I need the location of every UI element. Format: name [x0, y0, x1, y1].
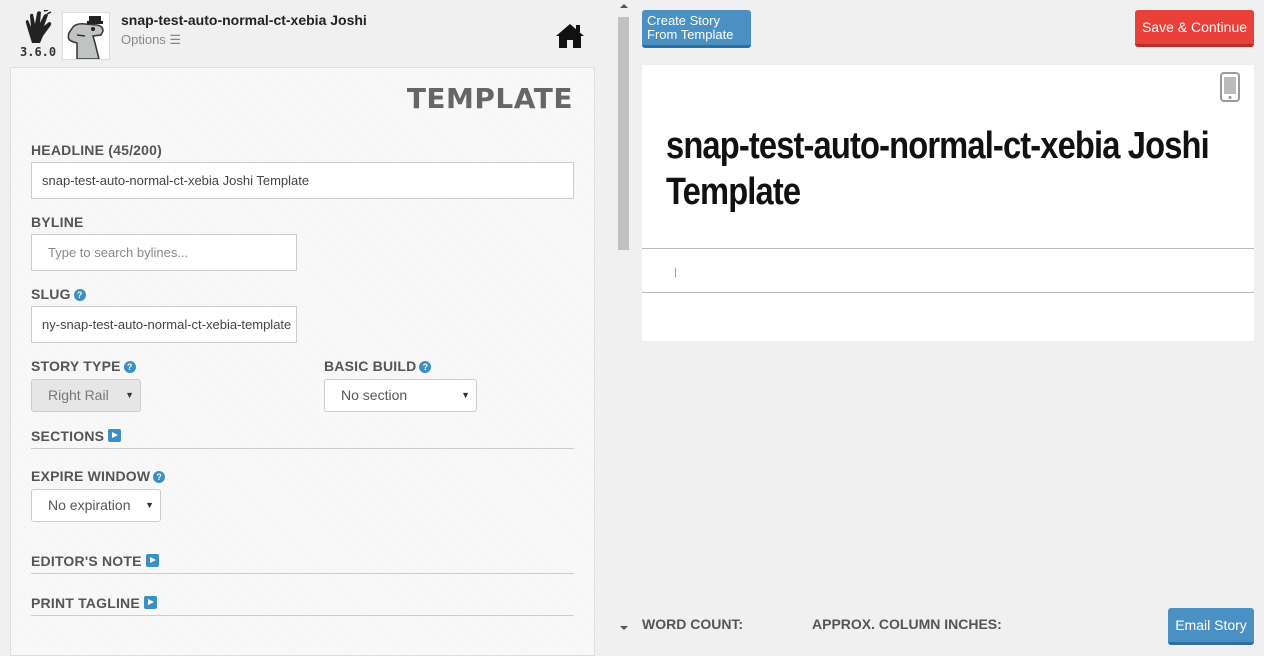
dinosaur-avatar-icon	[63, 13, 109, 59]
form-scrollbar[interactable]	[617, 0, 631, 656]
help-icon[interactable]: ?	[123, 361, 136, 373]
help-icon[interactable]: ?	[73, 289, 86, 301]
basic-build-label: BASIC BUILD?	[324, 358, 432, 374]
expire-window-value: No expiration	[48, 497, 131, 513]
save-continue-button[interactable]: Save & Continue	[1135, 10, 1254, 47]
story-type-value: Right Rail	[48, 387, 109, 403]
headline-input[interactable]: snap-test-auto-normal-ct-xebia Joshi Tem…	[31, 162, 574, 199]
button-label-line2: From Template	[647, 27, 734, 42]
panel-title: TEMPLATE	[406, 82, 573, 115]
story-type-label: STORY TYPE?	[31, 358, 136, 374]
scroll-down-arrow-icon[interactable]	[620, 626, 628, 630]
chevron-down-icon: ▼	[145, 500, 154, 510]
editors-note-toggle[interactable]: EDITOR'S NOTE	[31, 553, 159, 569]
help-icon[interactable]: ?	[153, 471, 166, 483]
basic-build-select[interactable]: No section ▼	[324, 379, 477, 412]
text-cursor[interactable]	[675, 268, 676, 277]
expand-icon	[143, 596, 157, 609]
home-icon[interactable]	[555, 22, 585, 50]
expire-window-label: EXPIRE WINDOW?	[31, 468, 166, 484]
print-tagline-toggle[interactable]: PRINT TAGLINE	[31, 595, 157, 611]
headline-label: HEADLINE (45/200)	[31, 142, 162, 158]
divider	[642, 248, 1254, 249]
scroll-thumb[interactable]	[618, 17, 629, 250]
options-menu[interactable]: Options ☰	[121, 32, 181, 48]
waving-hand-icon	[25, 9, 52, 43]
preview-headline: snap-test-auto-normal-ct-xebia Joshi Tem…	[666, 125, 1210, 213]
expire-window-select[interactable]: No expiration ▼	[31, 489, 161, 522]
slug-label: SLUG?	[31, 286, 86, 302]
email-story-button[interactable]: Email Story	[1168, 608, 1254, 645]
divider	[31, 615, 574, 616]
byline-search-input[interactable]: Type to search bylines...	[31, 234, 297, 271]
story-preview: snap-test-auto-normal-ct-xebia Joshi Tem…	[642, 65, 1254, 341]
divider	[31, 448, 574, 449]
template-form-panel: TEMPLATE HEADLINE (45/200) snap-test-aut…	[10, 67, 595, 656]
button-label-line1: Create Story	[647, 13, 720, 28]
chevron-down-icon: ▼	[125, 390, 134, 400]
chevron-down-icon: ▼	[461, 390, 470, 400]
divider	[642, 292, 1254, 293]
byline-label: BYLINE	[31, 214, 84, 230]
scroll-up-arrow-icon[interactable]	[620, 4, 628, 8]
sections-toggle[interactable]: SECTIONS	[31, 428, 122, 444]
expand-icon	[108, 429, 122, 442]
avatar[interactable]	[62, 12, 110, 60]
app-version: 3.6.0	[20, 45, 57, 59]
mobile-preview-icon[interactable]	[1220, 72, 1240, 102]
app-logo[interactable]	[20, 9, 56, 49]
help-icon[interactable]: ?	[419, 361, 432, 373]
create-story-from-template-button[interactable]: Create Story From Template	[642, 10, 751, 48]
word-count-label: WORD COUNT:	[642, 616, 744, 632]
story-title: snap-test-auto-normal-ct-xebia Joshi	[121, 12, 367, 28]
expand-icon	[145, 554, 159, 567]
slug-input[interactable]: ny-snap-test-auto-normal-ct-xebia-templa…	[31, 306, 297, 343]
divider	[31, 573, 574, 574]
story-type-select[interactable]: Right Rail ▼	[31, 379, 141, 412]
basic-build-value: No section	[341, 387, 408, 403]
column-inches-label: APPROX. COLUMN INCHES:	[812, 616, 1002, 632]
